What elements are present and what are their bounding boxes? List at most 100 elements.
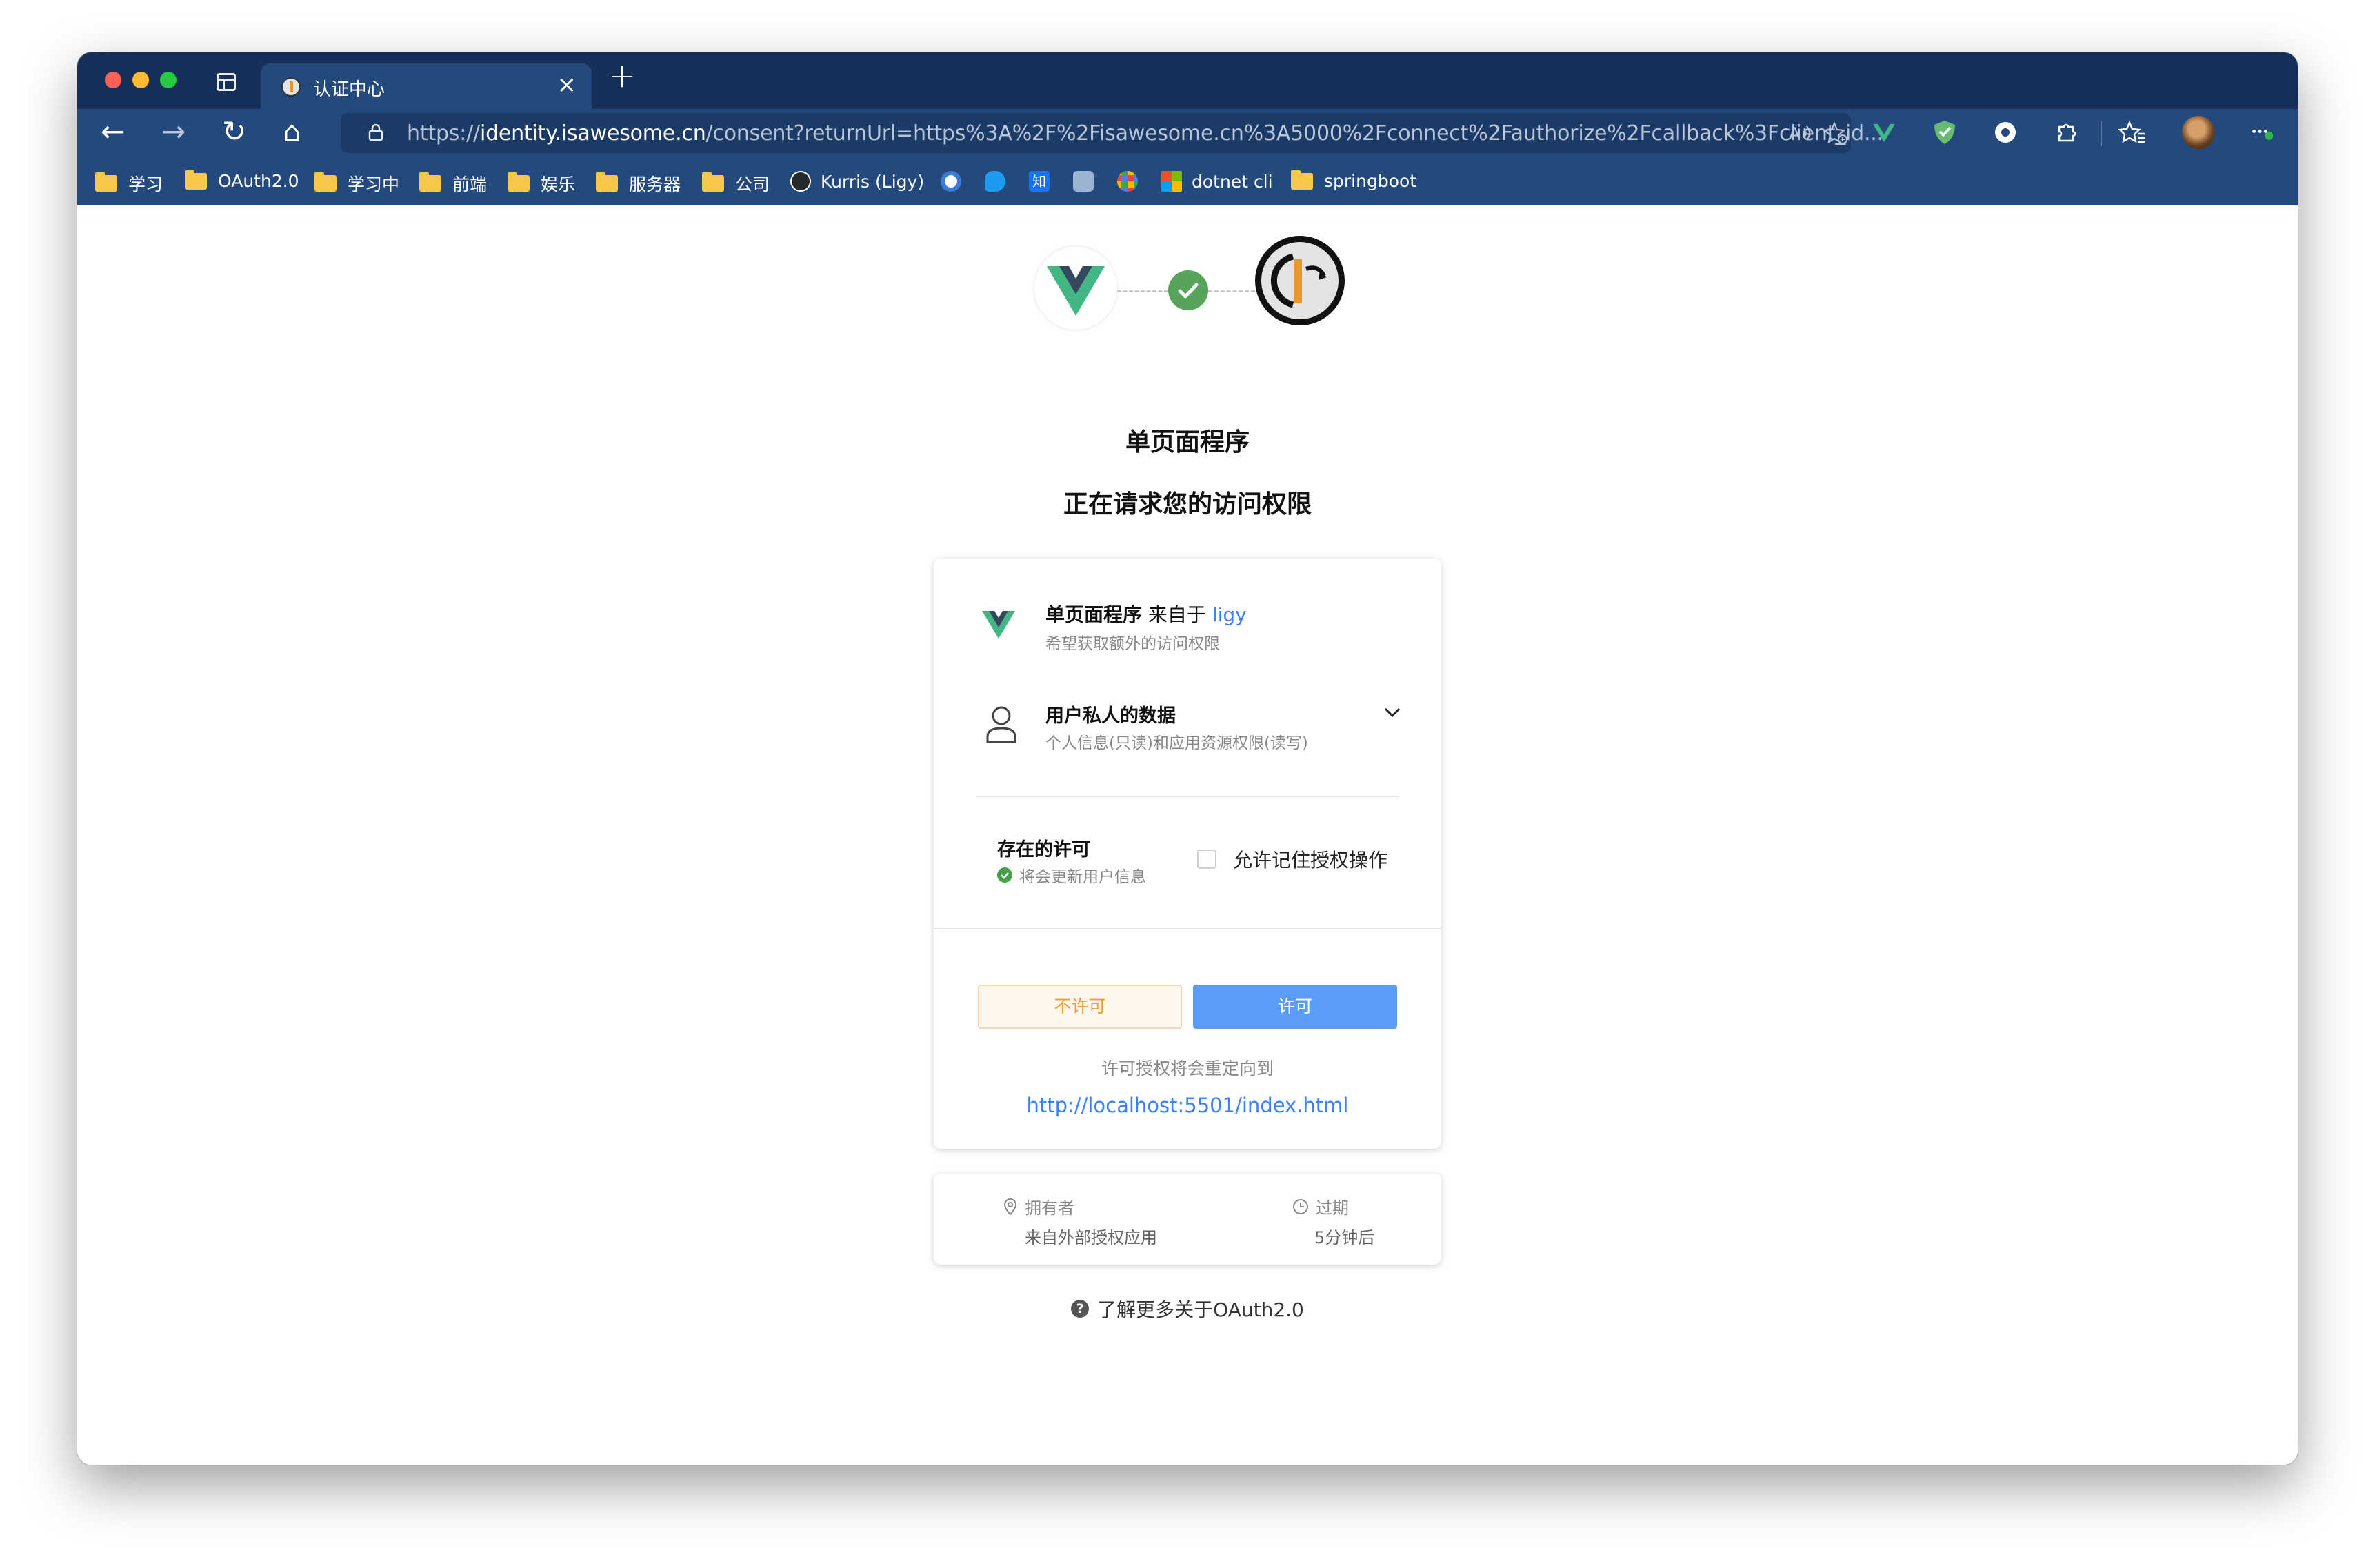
client-from-text: 来自于 <box>1148 603 1206 626</box>
home-icon[interactable]: ⌂ <box>283 117 301 146</box>
twitter-icon <box>985 171 1005 192</box>
bookmark-google[interactable] <box>1117 171 1148 192</box>
bookmark-folder-company[interactable]: 公司 <box>702 171 770 196</box>
new-tab-button[interactable]: + <box>608 59 636 92</box>
tab-title: 认证中心 <box>313 79 385 100</box>
forward-icon[interactable]: → <box>161 117 186 146</box>
privacy-icon[interactable] <box>1992 119 2019 146</box>
folder-icon <box>314 172 337 192</box>
learn-more-link[interactable]: ? 了解更多关于OAuth2.0 <box>77 1295 2298 1323</box>
bookmark-folder-springboot[interactable]: springboot <box>1291 170 1416 191</box>
client-name: 单页面程序 <box>1045 603 1143 626</box>
deny-button[interactable]: 不许可 <box>978 985 1182 1029</box>
bookmark-github[interactable]: Kurris (Ligy) <box>790 171 924 192</box>
consent-card: 单页面程序 来自于 ligy 希望获取额外的访问权限 用户私人的数据 个人信息(… <box>934 559 1441 1149</box>
bookmark-dotnet-cli[interactable]: dotnet cli <box>1161 171 1273 192</box>
learn-more-text: 了解更多关于OAuth2.0 <box>1097 1298 1304 1321</box>
folder-icon <box>702 172 724 192</box>
bookmark-folder-oauth[interactable]: OAuth2.0 <box>185 170 299 191</box>
more-icon[interactable] <box>2249 119 2277 146</box>
clock-icon <box>1293 1198 1308 1214</box>
tab-strip: 认证中心 × + <box>77 52 2298 109</box>
zoom-window-button[interactable] <box>160 72 177 88</box>
bookmark-folder-study[interactable]: 学习 <box>95 171 163 196</box>
toolbar-divider <box>2101 121 2102 146</box>
bookmark-folder-entertainment[interactable]: 娱乐 <box>508 171 575 196</box>
client-name-line: 单页面程序 来自于 ligy <box>1045 600 1247 627</box>
owner-value: 来自外部授权应用 <box>1025 1228 1157 1247</box>
bookmark-label: 娱乐 <box>541 174 576 194</box>
redirect-url-link[interactable]: http://localhost:5501/index.html <box>934 1094 1441 1117</box>
github-icon <box>790 171 811 192</box>
zhihu-icon: 知 <box>1029 171 1050 192</box>
bookmark-folder-frontend[interactable]: 前端 <box>419 171 487 196</box>
allow-button[interactable]: 许可 <box>1193 985 1397 1029</box>
url-text[interactable]: https://identity.isawesome.cn/consent?re… <box>407 121 1883 145</box>
folder-icon <box>419 172 441 192</box>
owner-label: 拥有者 <box>1025 1198 1074 1218</box>
close-tab-icon[interactable]: × <box>557 73 577 97</box>
profile-avatar[interactable] <box>2182 116 2215 149</box>
connector-line <box>1208 290 1255 292</box>
favorites-icon[interactable] <box>2118 119 2146 146</box>
folder-icon <box>508 172 530 192</box>
consent-page: 单页面程序 正在请求您的访问权限 单页面程序 来自于 ligy 希望获取额外的访… <box>77 205 2298 1465</box>
url-path: /consent?returnUrl=https%3A%2F%2Fisaweso… <box>705 121 1884 145</box>
remember-consent-checkbox[interactable] <box>1197 850 1216 869</box>
owner-label-row: 拥有者 <box>1003 1194 1157 1218</box>
adguard-icon[interactable] <box>1931 119 1958 146</box>
lock-icon[interactable] <box>368 124 383 141</box>
user-icon <box>986 706 1016 743</box>
close-window-button[interactable] <box>105 72 121 88</box>
bookmark-label: 前端 <box>452 174 488 194</box>
bookmark-twitter[interactable] <box>985 171 1015 192</box>
bookmark-label: OAuth2.0 <box>218 171 299 191</box>
expires-label-row: 过期 <box>1292 1194 1374 1218</box>
extensions-icon[interactable] <box>2052 119 2080 146</box>
bookmark-site-c[interactable] <box>941 171 971 192</box>
microsoft-icon <box>1161 171 1182 192</box>
bookmark-folder-servers[interactable]: 服务器 <box>596 171 681 196</box>
minimize-window-button[interactable] <box>132 72 149 88</box>
location-pin-icon <box>1003 1198 1017 1215</box>
tab-actions-icon[interactable] <box>217 73 236 91</box>
chevron-down-icon[interactable] <box>1382 706 1403 720</box>
vue-logo-icon <box>1047 266 1105 316</box>
owner-info: 拥有者 来自外部授权应用 <box>1003 1194 1157 1248</box>
reload-icon[interactable]: ↻ <box>222 117 246 146</box>
app-title: 单页面程序 <box>1125 428 1250 456</box>
bookmark-label: 学习中 <box>348 174 400 194</box>
remember-consent-label[interactable]: 允许记住授权操作 <box>1233 845 1387 873</box>
client-logo <box>1034 247 1117 330</box>
check-circle-icon <box>997 867 1012 883</box>
back-icon[interactable]: ← <box>101 117 125 146</box>
bookmark-zhihu[interactable]: 知 <box>1029 171 1059 192</box>
bookmark-folder-learning[interactable]: 学习中 <box>314 171 399 196</box>
vue-devtools-icon[interactable] <box>1870 119 1898 146</box>
existing-grant-note: 将会更新用户信息 <box>997 863 1146 887</box>
bookmark-translate[interactable] <box>1073 171 1103 192</box>
expires-info: 过期 5分钟后 <box>1292 1194 1374 1248</box>
divider <box>976 796 1399 797</box>
client-owner-link[interactable]: ligy <box>1212 603 1247 626</box>
bookmark-label: 学习 <box>128 174 163 194</box>
bookmark-label: 服务器 <box>629 174 681 194</box>
redirect-note: 许可授权将会重定向到 <box>1101 1058 1274 1078</box>
add-favorite-icon[interactable] <box>1823 121 1848 145</box>
expires-label: 过期 <box>1316 1198 1349 1218</box>
browser-toolbar: ← → ↻ ⌂ https://identity.isawesome.cn/co… <box>77 109 2298 159</box>
site-c-icon <box>941 171 961 192</box>
read-aloud-icon[interactable]: A <box>1789 123 1812 143</box>
translate-icon <box>1073 171 1094 192</box>
connector-line <box>1117 290 1168 292</box>
browser-window: 认证中心 × + ← → ↻ ⌂ https://identity.isawes… <box>77 52 2298 1465</box>
url-scheme: https:// <box>407 121 480 145</box>
google-icon <box>1117 171 1138 192</box>
tab-identity[interactable]: 认证中心 × <box>261 63 592 109</box>
meta-card: 拥有者 来自外部授权应用 过期 5分钟后 <box>934 1174 1441 1265</box>
client-vue-icon <box>978 601 1019 643</box>
svg-text:A: A <box>1789 124 1801 143</box>
card-separator <box>934 928 1441 929</box>
bookmarks-bar: 学习 OAuth2.0 学习中 前端 娱乐 服务器 公司 Kurris (Lig… <box>77 159 2298 205</box>
address-bar[interactable]: https://identity.isawesome.cn/consent?re… <box>341 113 1883 153</box>
